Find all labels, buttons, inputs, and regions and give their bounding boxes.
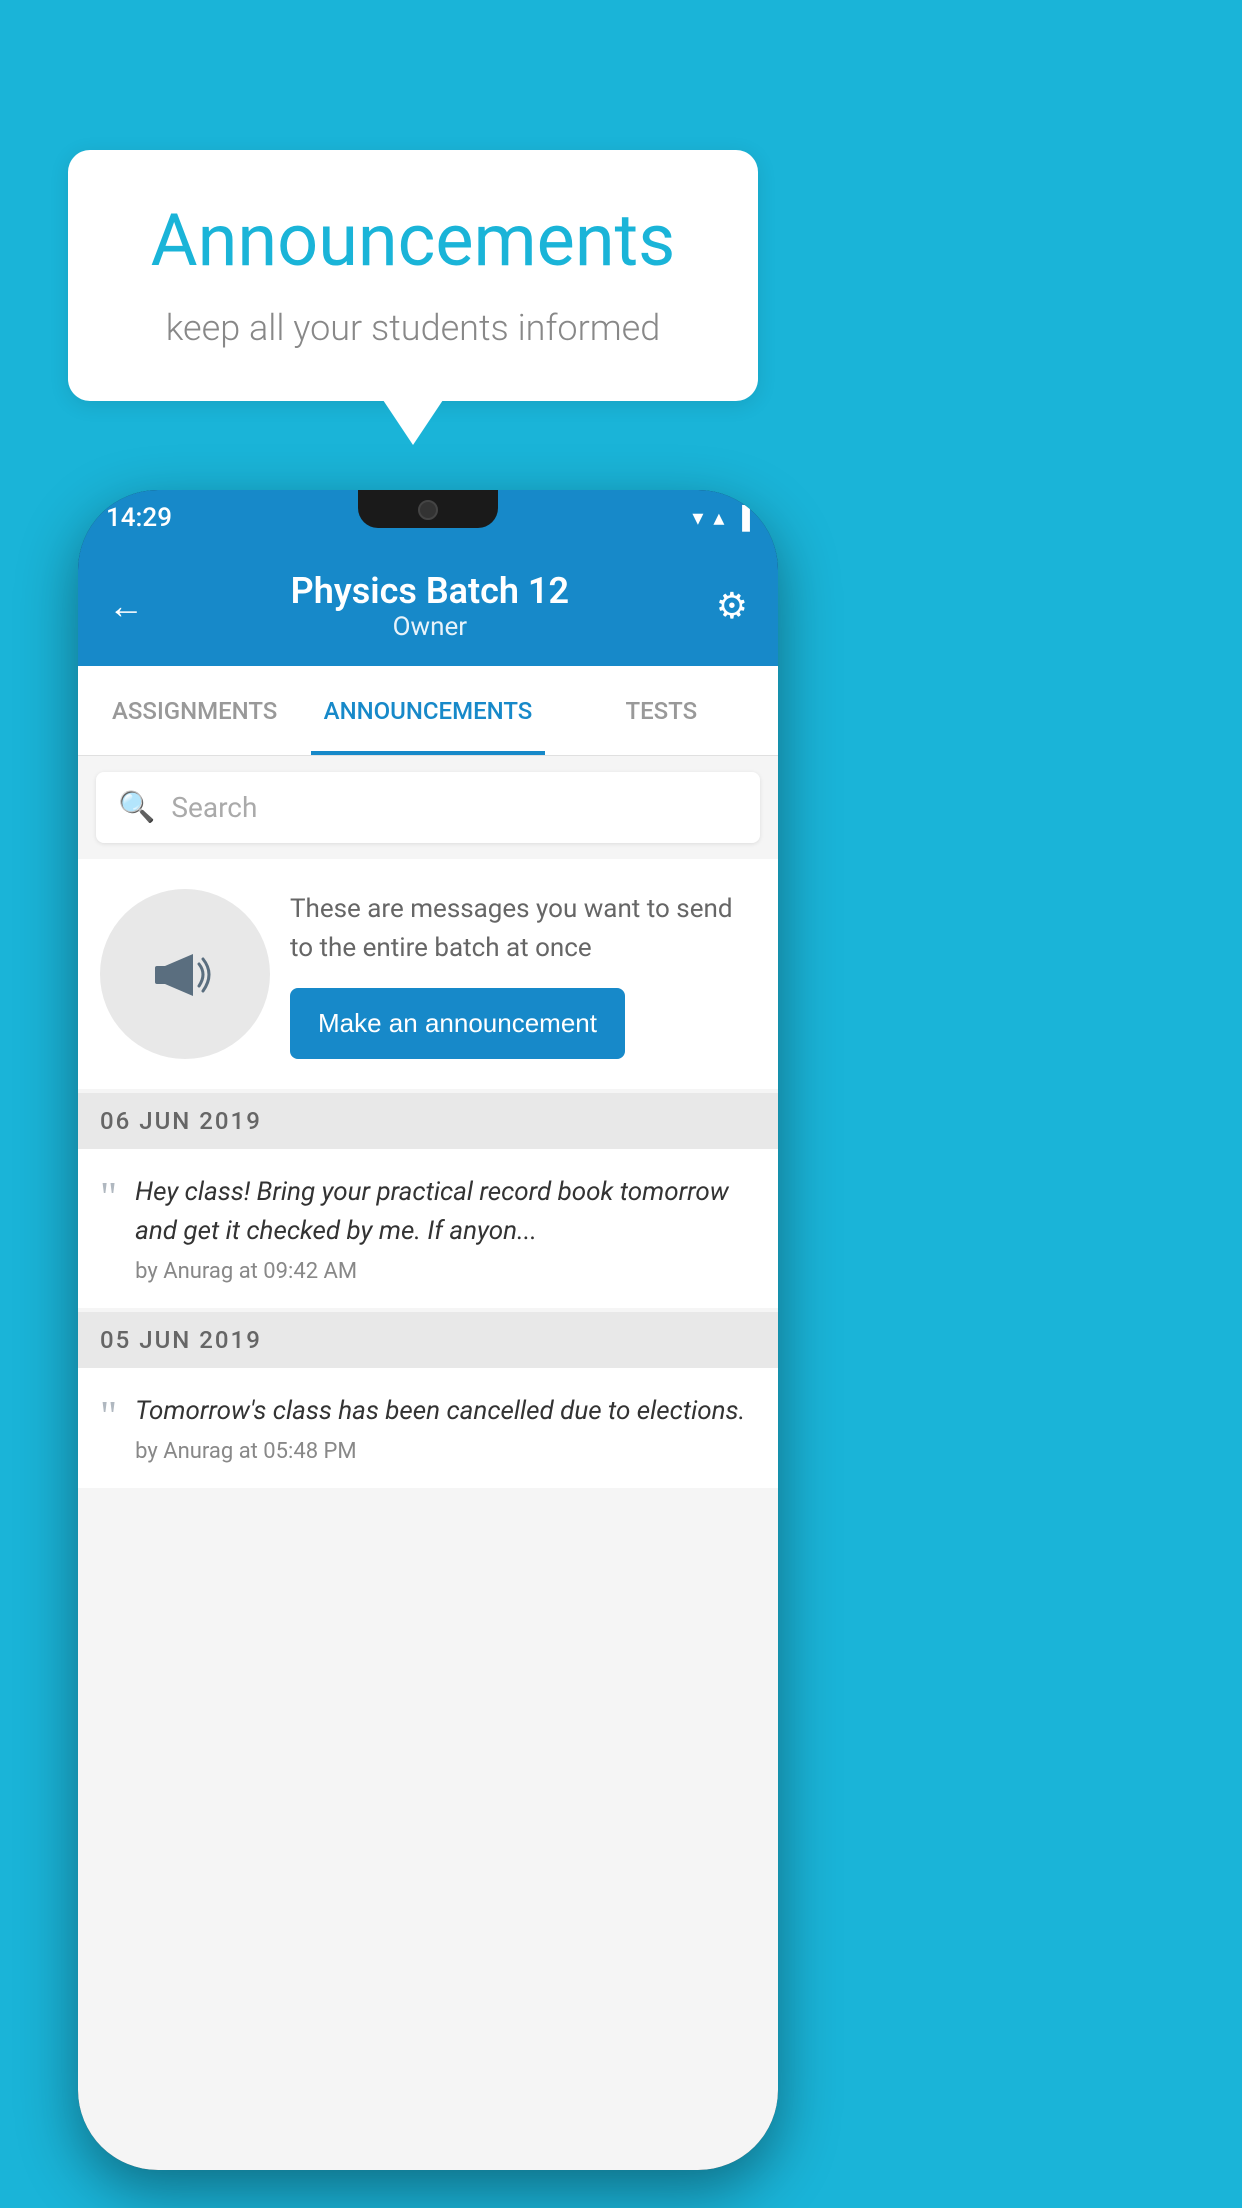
- search-placeholder-text: Search: [171, 791, 257, 824]
- announcement-text-1: Hey class! Bring your practical record b…: [135, 1173, 756, 1251]
- promo-message: These are messages you want to send to t…: [290, 890, 756, 968]
- status-time: 14:29: [106, 503, 172, 533]
- tab-assignments[interactable]: ASSIGNMENTS: [78, 666, 311, 755]
- tab-announcements[interactable]: ANNOUNCEMENTS: [311, 666, 544, 755]
- phone-camera: [418, 500, 438, 520]
- phone-wrapper: 14:29 ▾ ▴ ▐ ← Physics Batch 12 Owner ⚙ A…: [78, 490, 778, 2170]
- make-announcement-button[interactable]: Make an announcement: [290, 988, 625, 1059]
- announcement-meta-2: by Anurag at 05:48 PM: [135, 1439, 745, 1464]
- megaphone-graphic: [145, 934, 225, 1014]
- announcement-content-2: Tomorrow's class has been cancelled due …: [135, 1392, 745, 1464]
- search-bar[interactable]: 🔍 Search: [96, 772, 760, 843]
- header-title-block: Physics Batch 12 Owner: [291, 570, 569, 642]
- speech-bubble-container: Announcements keep all your students inf…: [68, 150, 758, 401]
- signal-icon: ▴: [713, 506, 724, 531]
- announcement-item-2[interactable]: " Tomorrow's class has been cancelled du…: [78, 1368, 778, 1488]
- date-separator-1: 06 JUN 2019: [78, 1093, 778, 1149]
- settings-icon[interactable]: ⚙: [716, 585, 748, 627]
- date-separator-2: 05 JUN 2019: [78, 1312, 778, 1368]
- phone-frame: 14:29 ▾ ▴ ▐ ← Physics Batch 12 Owner ⚙ A…: [78, 490, 778, 2170]
- announcement-item-1[interactable]: " Hey class! Bring your practical record…: [78, 1149, 778, 1308]
- announcement-text-2: Tomorrow's class has been cancelled due …: [135, 1392, 745, 1431]
- announcement-content-1: Hey class! Bring your practical record b…: [135, 1173, 756, 1284]
- phone-notch: [358, 490, 498, 528]
- tab-bar: ASSIGNMENTS ANNOUNCEMENTS TESTS: [78, 666, 778, 756]
- header-title: Physics Batch 12: [291, 570, 569, 612]
- bubble-subtitle: keep all your students informed: [124, 307, 702, 349]
- tab-tests[interactable]: TESTS: [545, 666, 778, 755]
- promo-right: These are messages you want to send to t…: [290, 890, 756, 1059]
- content-area: 🔍 Search: [78, 756, 778, 2170]
- back-button[interactable]: ←: [108, 585, 144, 627]
- promo-icon-circle: [100, 889, 270, 1059]
- announcement-promo: These are messages you want to send to t…: [78, 859, 778, 1089]
- speech-bubble: Announcements keep all your students inf…: [68, 150, 758, 401]
- wifi-icon: ▾: [692, 506, 703, 531]
- status-icons: ▾ ▴ ▐: [692, 505, 750, 531]
- bubble-title: Announcements: [124, 198, 702, 283]
- quote-icon-2: ": [100, 1396, 117, 1438]
- quote-icon-1: ": [100, 1177, 117, 1219]
- search-icon: 🔍: [118, 790, 155, 825]
- announcement-meta-1: by Anurag at 09:42 AM: [135, 1259, 756, 1284]
- battery-icon: ▐: [734, 505, 750, 531]
- header-subtitle: Owner: [291, 612, 569, 642]
- app-header: ← Physics Batch 12 Owner ⚙: [78, 546, 778, 666]
